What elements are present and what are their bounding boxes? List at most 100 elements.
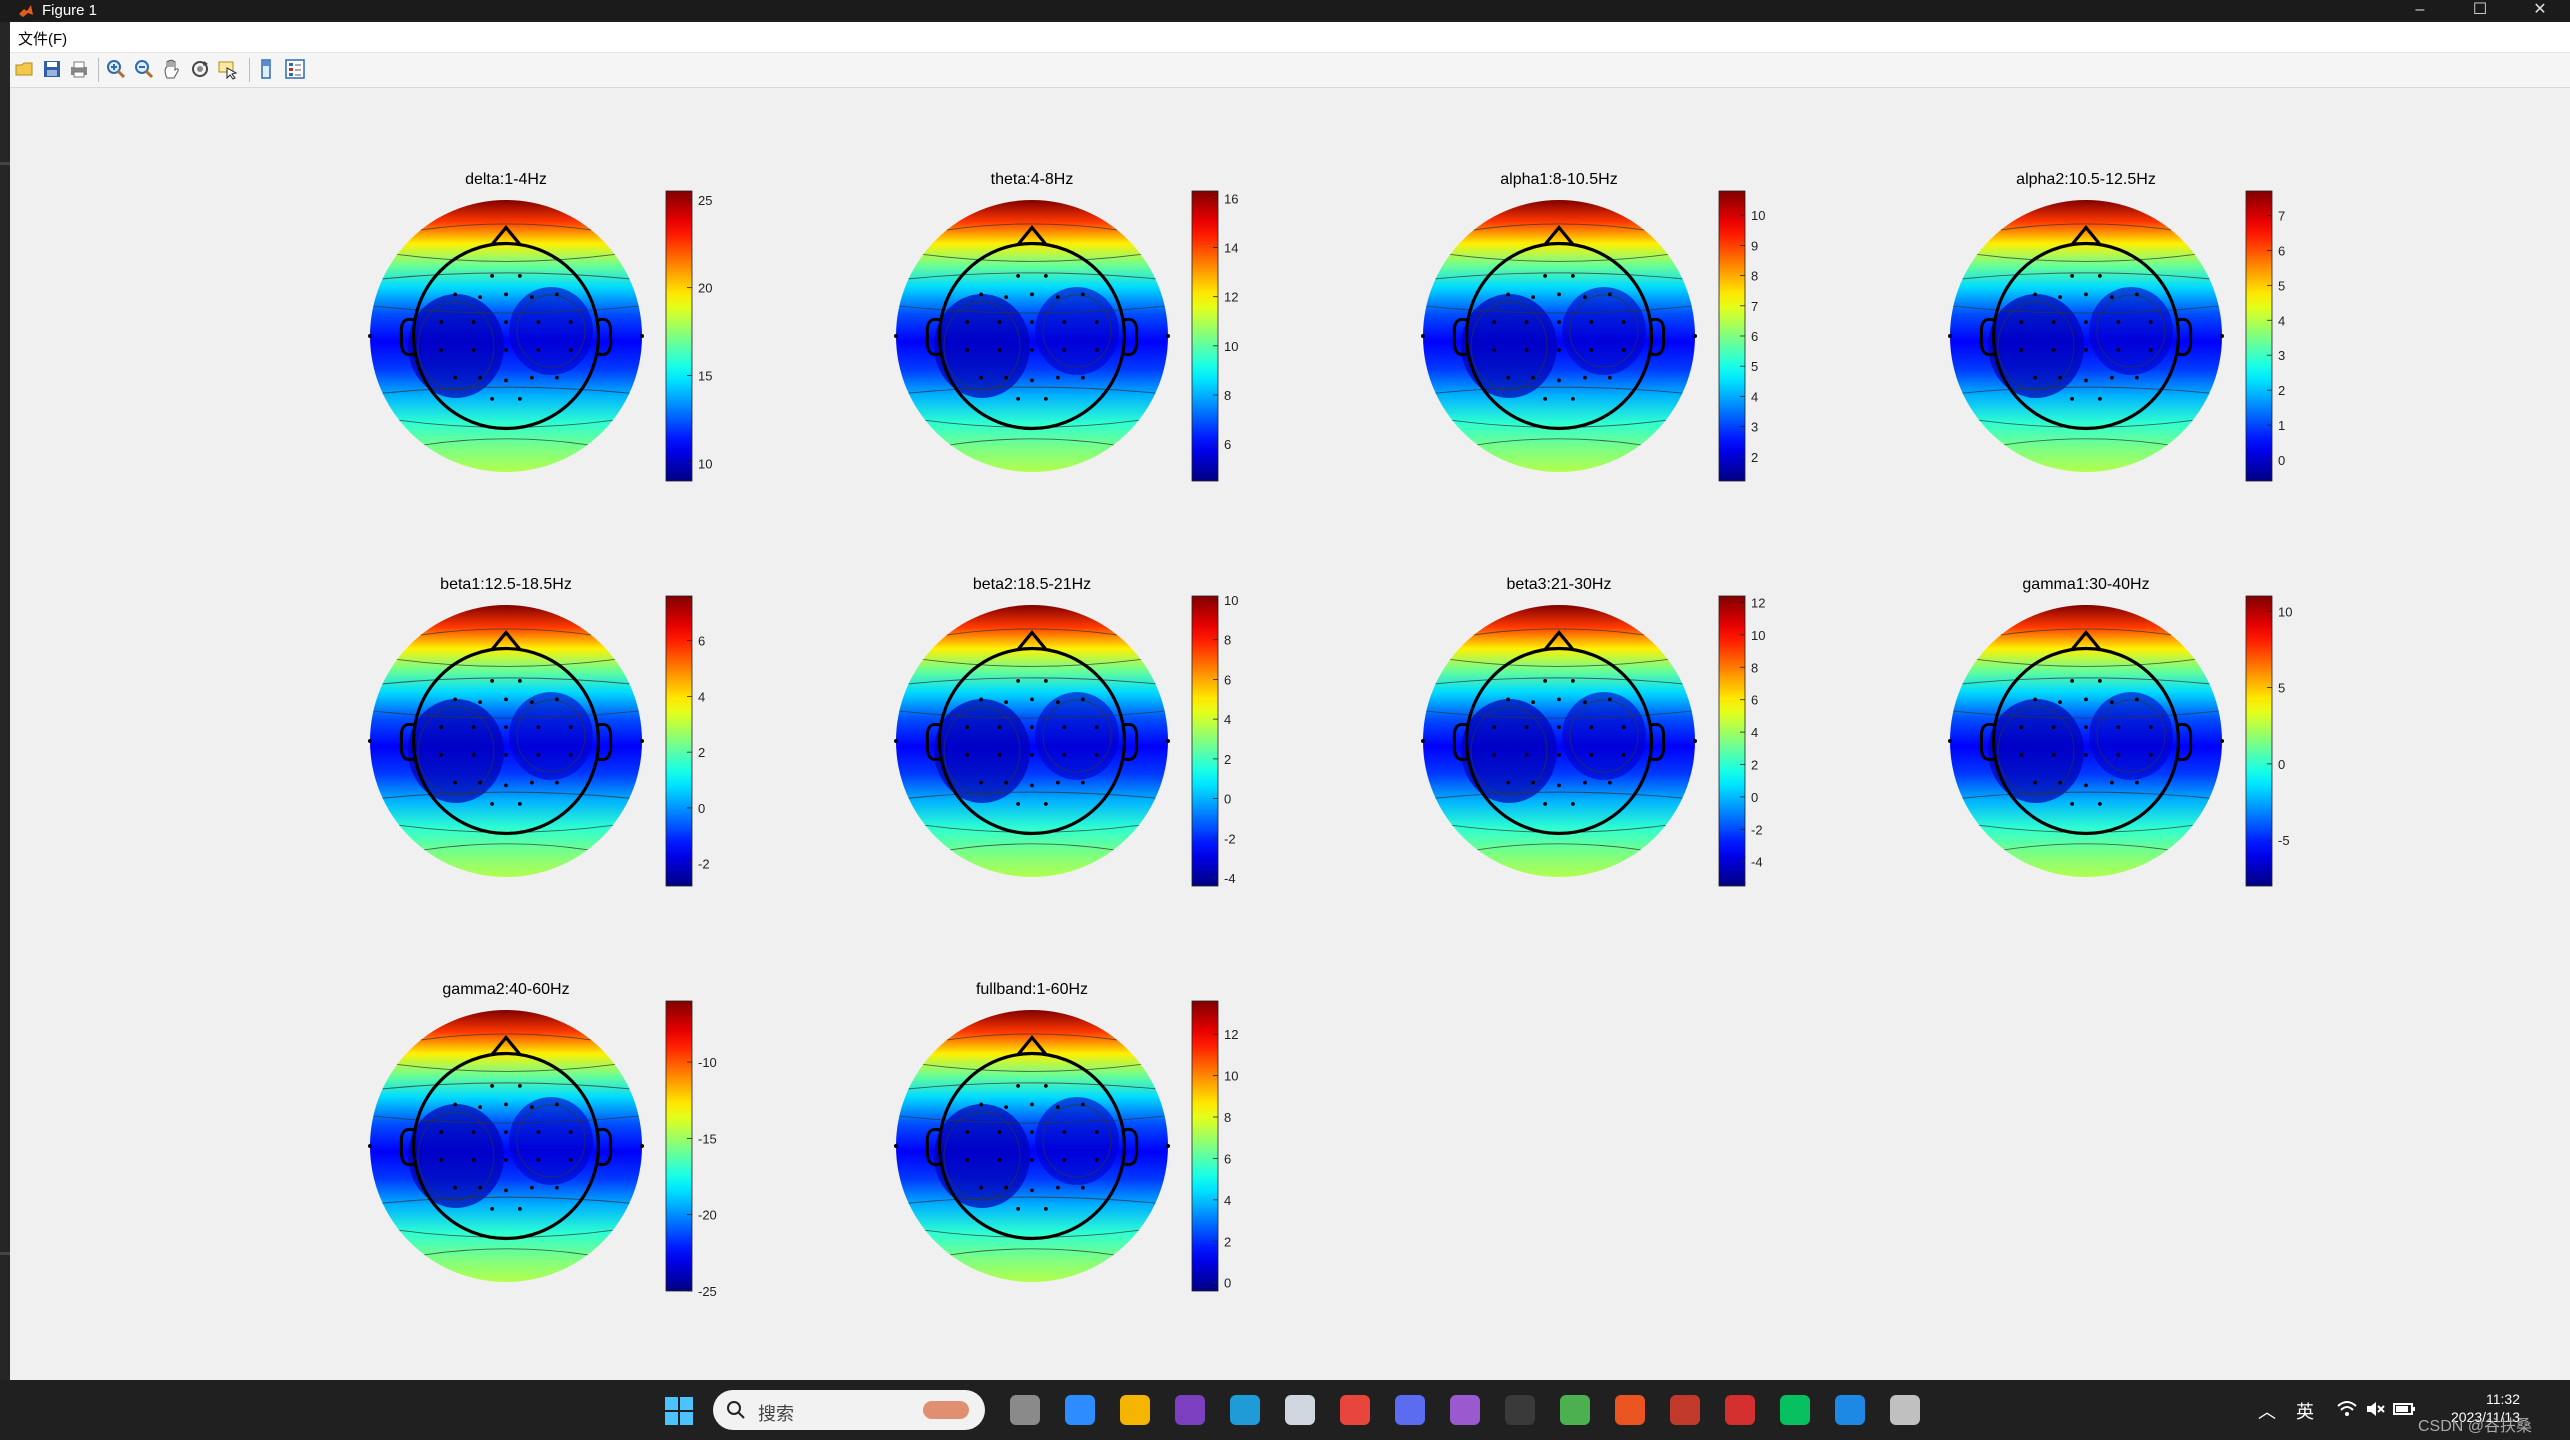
visual-studio-icon[interactable] <box>1450 1395 1480 1425</box>
electrode-dot <box>1570 801 1575 806</box>
electrode-dot <box>2084 725 2088 730</box>
window-titlebar: Figure 1 – ☐ ✕ <box>0 0 2570 22</box>
colorbar-tick-label: -4 <box>1751 855 1763 870</box>
matlab-icon[interactable] <box>1890 1395 1920 1425</box>
onenote-icon[interactable] <box>1175 1395 1205 1425</box>
colorbar-tick-label: 15 <box>698 369 712 384</box>
electrode-dot <box>979 697 984 702</box>
electrode-dot <box>2084 292 2088 297</box>
save-icon[interactable] <box>41 58 63 80</box>
electrode-dot <box>1524 752 1529 757</box>
desktop-edge <box>0 22 10 1380</box>
print-icon[interactable] <box>68 58 90 80</box>
electrode-dot <box>1030 320 1034 325</box>
battery-icon[interactable] <box>2392 1398 2416 1420</box>
electrode-dot <box>529 1185 534 1190</box>
wifi-icon[interactable] <box>2336 1398 2358 1420</box>
colorbar-tick-label: -20 <box>698 1208 717 1223</box>
electrode-dot <box>554 780 559 785</box>
electrode-dot <box>1055 1105 1060 1110</box>
electrode-dot <box>1094 320 1099 325</box>
edge-icon[interactable] <box>1230 1395 1260 1425</box>
volume-muted-icon[interactable] <box>2364 1398 2386 1420</box>
file-explorer-icon[interactable] <box>1120 1395 1150 1425</box>
zoom-in-icon[interactable] <box>105 58 127 80</box>
colored-app-icon[interactable] <box>1560 1395 1590 1425</box>
rotate-icon[interactable] <box>189 58 211 80</box>
electrode-dot <box>529 1105 534 1110</box>
colorbar-tick-label: 16 <box>1224 191 1238 206</box>
open-icon[interactable] <box>14 58 36 80</box>
tray-overflow-icon[interactable]: ︿ <box>2258 1398 2276 1424</box>
electrode-dot <box>439 320 444 325</box>
chrome-icon[interactable] <box>1340 1395 1370 1425</box>
electrode-dot <box>894 739 898 743</box>
electrode-dot <box>517 273 522 278</box>
electrode-dot <box>2058 700 2063 705</box>
colorbar-tick-label: 0 <box>1224 792 1231 807</box>
electrode-dot <box>478 375 483 380</box>
colorbar-tick-label: 6 <box>2278 243 2285 258</box>
electrode-dot <box>1004 1105 1009 1110</box>
menu-file[interactable]: 文件(F) <box>18 28 67 49</box>
colorbar-tick-label: 6 <box>1224 1151 1231 1166</box>
electrode-dot <box>1094 1157 1099 1162</box>
electrode-dot <box>1055 375 1060 380</box>
red-app-icon[interactable] <box>1725 1395 1755 1425</box>
close-button[interactable]: ✕ <box>2520 0 2560 22</box>
widgets-icon[interactable] <box>1065 1395 1095 1425</box>
electrode-dot <box>1582 375 1587 380</box>
colorbar-tick-label: 10 <box>1751 208 1765 223</box>
electrode-dot <box>2116 320 2121 325</box>
snipping-icon[interactable] <box>1395 1395 1425 1425</box>
colorbar-tick-label: 8 <box>1224 633 1231 648</box>
electrode-dot <box>1693 334 1697 338</box>
blue-app-icon[interactable] <box>1835 1395 1865 1425</box>
electrode-dot <box>471 320 476 325</box>
electrode-dot <box>439 725 444 730</box>
taskbar-search-box[interactable]: 搜索 <box>713 1390 985 1430</box>
search-label: 搜索 <box>758 1404 794 1424</box>
electrode-dot <box>1589 347 1594 352</box>
electrode-dot <box>2134 697 2139 702</box>
pan-icon[interactable] <box>161 58 183 80</box>
electrode-dot <box>568 752 573 757</box>
electrode-dot <box>1030 725 1034 730</box>
electrode-dot <box>1080 1102 1085 1107</box>
electrode-dot <box>1557 752 1561 757</box>
electrode-dot <box>997 1157 1002 1162</box>
minimize-button[interactable]: – <box>2400 0 2440 22</box>
code-icon[interactable] <box>1505 1395 1535 1425</box>
colorbar-tick-label: 2 <box>1224 752 1231 767</box>
electrode-dot <box>368 334 372 338</box>
colorbar <box>665 190 693 482</box>
electrode-dot <box>453 1185 458 1190</box>
wps-icon[interactable] <box>1670 1395 1700 1425</box>
topoplot-0: delta:1-4Hz 10 15 20 25 <box>368 171 712 482</box>
electrode-dot <box>1055 1185 1060 1190</box>
legend-icon[interactable] <box>284 58 306 80</box>
colorbar-icon[interactable] <box>256 58 278 80</box>
zoom-out-icon[interactable] <box>133 58 155 80</box>
electrode-dot <box>504 378 508 383</box>
electrode-dot <box>965 752 970 757</box>
wechat-icon[interactable] <box>1780 1395 1810 1425</box>
ubuntu-icon[interactable] <box>1615 1395 1645 1425</box>
ime-indicator[interactable]: 英 <box>2296 1398 2314 1424</box>
notepad-icon[interactable] <box>1285 1395 1315 1425</box>
data-cursor-icon[interactable] <box>217 58 239 80</box>
electrode-dot <box>2084 697 2088 702</box>
electrode-dot <box>2070 801 2075 806</box>
electrode-dot <box>1004 780 1009 785</box>
file-view-icon[interactable] <box>1010 1395 1040 1425</box>
electrode-dot <box>2116 347 2121 352</box>
electrode-dot <box>1589 752 1594 757</box>
electrode-dot <box>1607 292 1612 297</box>
low-lobe-left <box>934 699 1030 803</box>
electrode-dot <box>471 1130 476 1135</box>
electrode-dot <box>1693 739 1697 743</box>
windows-start-icon[interactable] <box>664 1396 694 1426</box>
low-lobe-left <box>408 699 504 803</box>
electrode-dot <box>1016 678 1021 683</box>
maximize-button[interactable]: ☐ <box>2460 0 2500 22</box>
